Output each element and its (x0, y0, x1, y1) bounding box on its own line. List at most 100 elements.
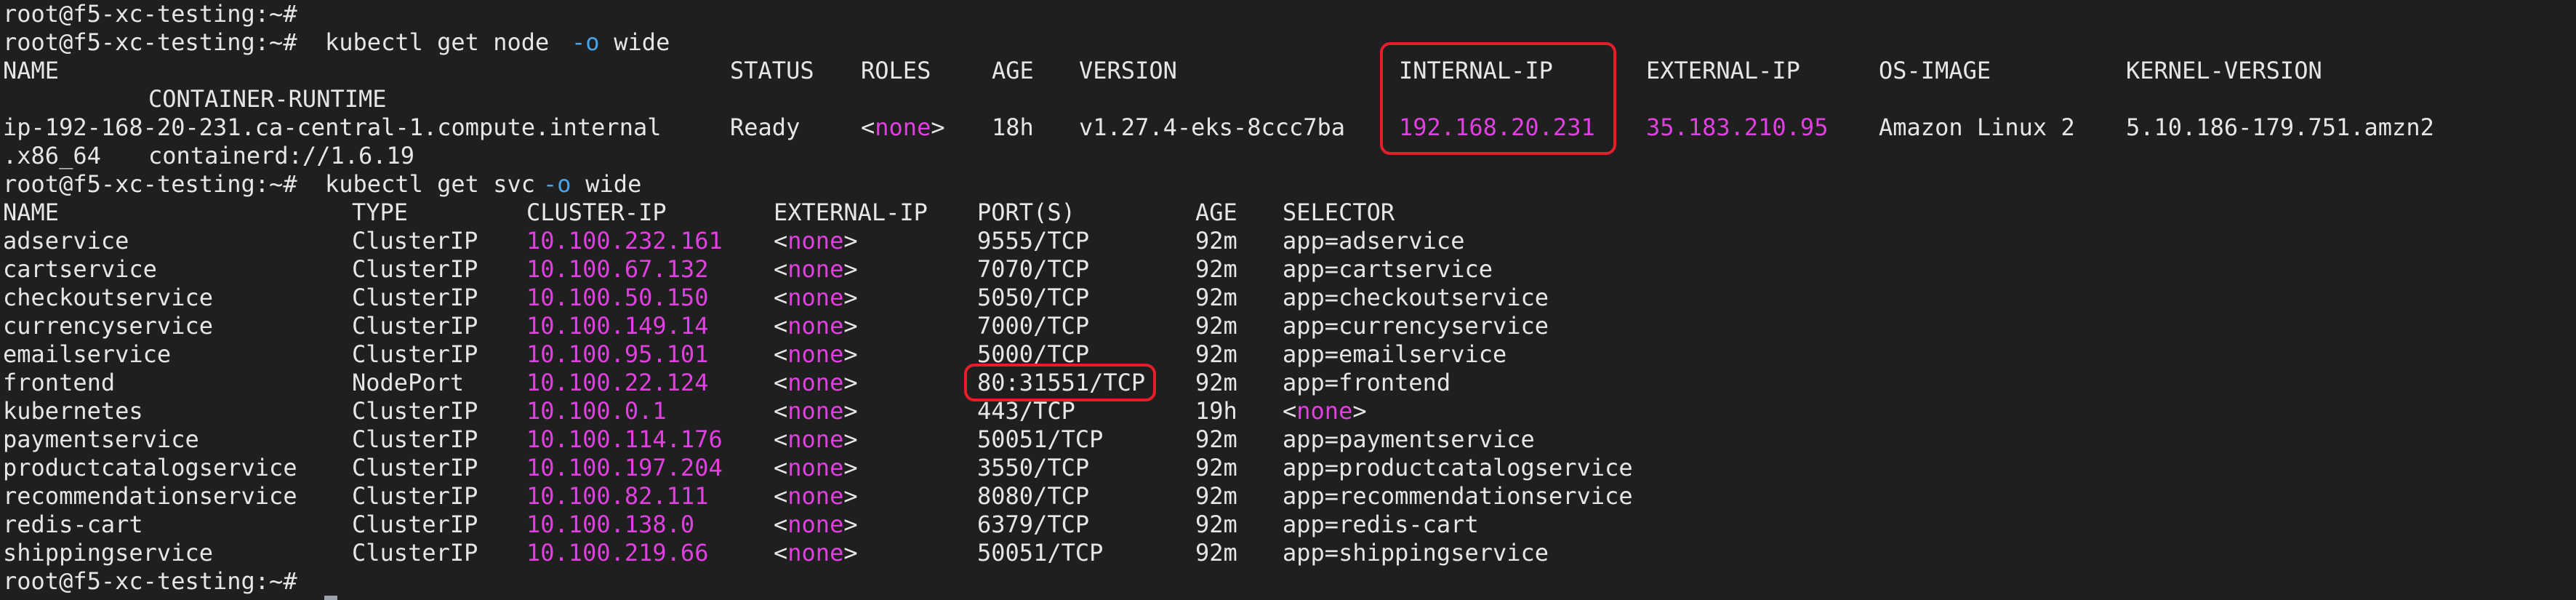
prompt: root@f5-xc-testing:~# (3, 567, 297, 595)
none-value: none (875, 113, 931, 141)
svc-type: ClusterIP (352, 482, 478, 510)
none-value: none (787, 425, 844, 453)
node-roles: <none> (861, 113, 945, 141)
node-kernel-version: 5.10.186-179.751.amzn2 (2126, 113, 2434, 141)
svc-selector: app=checkoutservice (1283, 284, 1549, 311)
svc-type: ClusterIP (352, 397, 478, 425)
svc-cluster-ip: 10.100.149.14 (526, 312, 709, 340)
none-value: none (787, 284, 844, 311)
svc-type: ClusterIP (352, 340, 478, 368)
header-version: VERSION (1079, 57, 1177, 84)
svc-ports: 5050/TCP (977, 284, 1090, 311)
node-os-image: Amazon Linux 2 (1879, 113, 2075, 141)
svc-selector: <none> (1283, 397, 1367, 425)
command-arg: wide (571, 170, 642, 198)
svc-cluster-ip: 10.100.114.176 (526, 425, 723, 453)
svc-name: recommendationservice (3, 482, 297, 510)
svc-type: ClusterIP (352, 454, 478, 481)
command-text: kubectl get svc (325, 170, 550, 198)
svc-selector: app=frontend (1283, 369, 1451, 396)
svc-type: ClusterIP (352, 511, 478, 538)
svc-ports: 6379/TCP (977, 511, 1090, 538)
none-value: none (787, 369, 844, 396)
svc-ports: 50051/TCP (977, 425, 1104, 453)
header-container-runtime: CONTAINER-RUNTIME (148, 85, 387, 113)
svc-selector: app=recommendationservice (1283, 482, 1633, 510)
svc-age: 92m (1195, 284, 1237, 311)
svc-external-ip: <none> (774, 539, 858, 567)
svc-cluster-ip: 10.100.95.101 (526, 340, 709, 368)
header-selector: SELECTOR (1283, 199, 1395, 226)
prompt: root@f5-xc-testing:~# (3, 28, 297, 56)
svc-ports: 7000/TCP (977, 312, 1090, 340)
svc-selector: app=emailservice (1283, 340, 1507, 368)
svc-age: 92m (1195, 255, 1237, 283)
svc-cluster-ip: 10.100.138.0 (526, 511, 695, 538)
svc-age: 92m (1195, 454, 1237, 481)
svc-age: 92m (1195, 312, 1237, 340)
command-text: kubectl get node (325, 28, 563, 56)
svc-type: ClusterIP (352, 539, 478, 567)
svc-name: kubernetes (3, 397, 143, 425)
svc-name: redis-cart (3, 511, 143, 538)
header-ports: PORT(S) (977, 199, 1075, 226)
none-value: none (787, 511, 844, 538)
svc-age: 92m (1195, 511, 1237, 538)
svc-name: checkoutservice (3, 284, 213, 311)
svc-type: ClusterIP (352, 284, 478, 311)
header-age: AGE (1195, 199, 1237, 226)
header-external-ip: EXTERNAL-IP (774, 199, 928, 226)
terminal-window[interactable]: root@f5-xc-testing:~# root@f5-xc-testing… (0, 0, 2576, 600)
none-value: none (787, 312, 844, 340)
svc-age: 92m (1195, 340, 1237, 368)
svc-cluster-ip: 10.100.0.1 (526, 397, 667, 425)
node-age: 18h (992, 113, 1034, 141)
svc-cluster-ip: 10.100.67.132 (526, 255, 709, 283)
header-name: NAME (3, 199, 60, 226)
internal-ip-callout (1380, 42, 1616, 155)
svc-ports: 7070/TCP (977, 255, 1090, 283)
prompt: root@f5-xc-testing:~# (3, 170, 297, 198)
none-value: none (787, 255, 844, 283)
svc-selector: app=shippingservice (1283, 539, 1549, 567)
svc-ports: 9555/TCP (977, 227, 1090, 255)
svc-external-ip: <none> (774, 482, 858, 510)
svc-external-ip: <none> (774, 397, 858, 425)
header-external-ip: EXTERNAL-IP (1646, 57, 1800, 84)
none-value: none (787, 482, 844, 510)
node-kernel-version-suffix: .x86_64 (3, 142, 101, 169)
node-status: Ready (730, 113, 801, 141)
text-cursor (324, 596, 337, 600)
svc-selector: app=redis-cart (1283, 511, 1479, 538)
header-age: AGE (992, 57, 1034, 84)
svc-age: 92m (1195, 425, 1237, 453)
svc-name: frontend (3, 369, 116, 396)
svc-type: ClusterIP (352, 227, 478, 255)
header-cluster-ip: CLUSTER-IP (526, 199, 667, 226)
svc-selector: app=currencyservice (1283, 312, 1549, 340)
header-name: NAME (3, 57, 60, 84)
svc-name: emailservice (3, 340, 172, 368)
command-arg: wide (600, 28, 670, 56)
svc-external-ip: <none> (774, 227, 858, 255)
svc-ports: 50051/TCP (977, 539, 1104, 567)
none-value: none (787, 397, 844, 425)
svc-cluster-ip: 10.100.219.66 (526, 539, 709, 567)
svc-type: ClusterIP (352, 312, 478, 340)
none-value: none (1296, 397, 1353, 425)
svc-selector: app=paymentservice (1283, 425, 1535, 453)
svc-external-ip: <none> (774, 511, 858, 538)
svc-cluster-ip: 10.100.232.161 (526, 227, 723, 255)
header-status: STATUS (730, 57, 814, 84)
svc-name: productcatalogservice (3, 454, 297, 481)
svc-cluster-ip: 10.100.50.150 (526, 284, 709, 311)
svc-selector: app=cartservice (1283, 255, 1493, 283)
svc-name: paymentservice (3, 425, 199, 453)
svc-cluster-ip: 10.100.197.204 (526, 454, 723, 481)
svc-age: 92m (1195, 482, 1237, 510)
node-name: ip-192-168-20-231.ca-central-1.compute.i… (3, 113, 662, 141)
header-roles: ROLES (861, 57, 931, 84)
svc-external-ip: <none> (774, 369, 858, 396)
svc-external-ip: <none> (774, 255, 858, 283)
svc-external-ip: <none> (774, 425, 858, 453)
